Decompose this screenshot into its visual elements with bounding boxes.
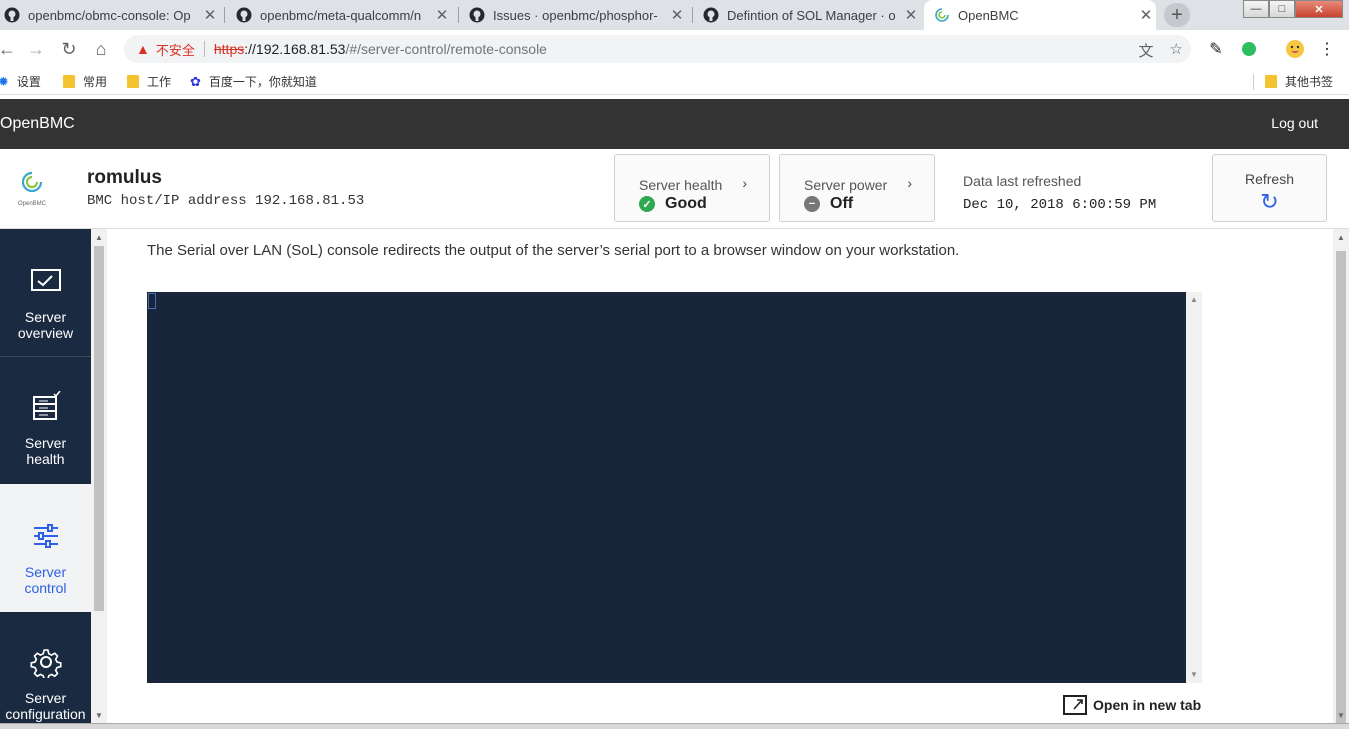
github-icon [4, 7, 20, 23]
translate-icon[interactable]: 文 [1139, 40, 1154, 61]
page-scrollbar[interactable]: ▲ ▼ [1333, 229, 1349, 723]
browser-tab-active[interactable]: OpenBMC ✕ [924, 0, 1156, 30]
terminal-scrollbar[interactable]: ▲ ▼ [1186, 292, 1202, 683]
sidebar-scrollbar[interactable]: ▲ ▼ [91, 229, 107, 723]
evernote-icon[interactable] [1238, 38, 1260, 60]
folder-icon [63, 75, 75, 88]
url-field[interactable]: ▲ 不安全 https://192.168.81.53/#/server-con… [124, 35, 1191, 63]
external-link-icon [1063, 695, 1087, 715]
sidebar-item-server-configuration[interactable]: Server configuration [0, 612, 91, 729]
refreshed-timestamp: Dec 10, 2018 6:00:59 PM [963, 197, 1157, 213]
server-health-card[interactable]: Server health › ✓ Good [614, 154, 770, 222]
terminal-cursor [148, 293, 156, 309]
server-power-card[interactable]: Server power › − Off [779, 154, 935, 222]
sol-console-terminal[interactable] [147, 292, 1186, 683]
maximize-button[interactable]: □ [1269, 0, 1295, 18]
home-icon[interactable]: ⌂ [90, 38, 112, 60]
browser-tab[interactable]: Issues · openbmc/phosphor- ✕ [467, 0, 687, 30]
bookmark-settings[interactable]: ✹ 设置 [0, 73, 41, 90]
server-hostname: romulus [87, 167, 162, 188]
url-path: /#/server-control/remote-console [345, 41, 547, 57]
refreshed-label: Data last refreshed [963, 173, 1082, 189]
bookmark-baidu[interactable]: ✿ 百度一下，你就知道 [190, 73, 317, 90]
address-bar-row: ← → ↻ ⌂ ▲ 不安全 https://192.168.81.53/#/se… [0, 30, 1349, 68]
close-tab-icon[interactable]: ✕ [667, 6, 687, 24]
forward-icon[interactable]: → [25, 38, 47, 60]
scroll-down-icon[interactable]: ▼ [1337, 711, 1345, 720]
taskbar-strip [0, 723, 1349, 729]
url-scheme: https [213, 41, 245, 57]
server-info-bar: OpenBMC romulus BMC host/IP address 192.… [0, 149, 1349, 229]
folder-icon [1265, 75, 1277, 88]
back-icon[interactable]: ← [0, 38, 18, 60]
url-scheme-sep: :// [244, 41, 256, 57]
close-tab-icon[interactable]: ✕ [432, 6, 452, 24]
close-tab-icon[interactable]: ✕ [200, 6, 220, 24]
bookmarks-bar: ✹ 设置 常用 工作 ✿ 百度一下，你就知道 其他书签 [0, 68, 1349, 95]
bookmark-folder[interactable]: 常用 [63, 73, 107, 90]
health-status: Good [665, 195, 707, 212]
app-header: OpenBMC Log out [0, 99, 1349, 149]
scroll-down-icon[interactable]: ▼ [1190, 670, 1198, 679]
github-icon [469, 7, 485, 23]
menu-icon[interactable]: ⋮ [1316, 38, 1338, 60]
scroll-up-icon[interactable]: ▲ [1337, 233, 1345, 242]
scroll-down-icon[interactable]: ▼ [95, 711, 103, 720]
bookmark-folder[interactable]: 工作 [127, 73, 171, 90]
close-tab-icon[interactable]: ✕ [901, 6, 921, 24]
browser-tab-bar: openbmc/obmc-console: Op ✕ openbmc/meta-… [0, 0, 1349, 30]
power-off-icon: − [804, 196, 820, 212]
chevron-right-icon: › [742, 175, 747, 191]
minimize-button[interactable]: — [1243, 0, 1269, 18]
server-health-icon [32, 391, 61, 420]
gear-icon: ✹ [0, 73, 9, 89]
other-bookmarks[interactable]: 其他书签 [1265, 73, 1333, 90]
browser-tab[interactable]: openbmc/obmc-console: Op ✕ [2, 0, 220, 30]
openbmc-icon [934, 7, 950, 23]
sol-description: The Serial over LAN (SoL) console redire… [147, 242, 960, 259]
power-status: Off [830, 195, 854, 212]
sliders-icon [33, 524, 58, 548]
app-brand[interactable]: OpenBMC [0, 115, 75, 133]
github-icon [703, 7, 719, 23]
open-in-new-tab-link[interactable]: Open in new tab [1063, 695, 1201, 715]
close-tab-icon[interactable]: ✕ [1136, 6, 1156, 24]
sidebar-item-server-overview[interactable]: Server overview [0, 229, 91, 356]
reload-icon[interactable]: ↻ [58, 38, 80, 60]
refresh-icon: ↻ [1260, 189, 1279, 214]
check-circle-icon: ✓ [639, 196, 655, 212]
chevron-right-icon: › [907, 175, 912, 191]
openbmc-logo: OpenBMC [17, 171, 47, 207]
folder-icon [127, 75, 139, 88]
browser-tab[interactable]: openbmc/meta-qualcomm/n ✕ [234, 0, 452, 30]
gear-icon [29, 649, 62, 678]
star-icon[interactable]: ☆ [1170, 40, 1183, 61]
new-tab-button[interactable]: + [1164, 3, 1190, 27]
sidebar-item-server-control[interactable]: Server control [0, 484, 91, 612]
sidebar-nav: Server overview Server health Server con… [0, 229, 91, 729]
bmc-host-address: BMC host/IP address 192.168.81.53 [87, 193, 365, 209]
scroll-up-icon[interactable]: ▲ [95, 233, 103, 242]
github-icon [236, 7, 252, 23]
pencil-icon[interactable]: ✎ [1205, 38, 1227, 60]
profile-avatar-icon[interactable] [1284, 38, 1306, 60]
security-label: 不安全 [155, 42, 195, 58]
refresh-button[interactable]: Refresh ↻ [1212, 154, 1327, 222]
baidu-icon: ✿ [190, 73, 201, 89]
logout-link[interactable]: Log out [1271, 115, 1318, 131]
monitor-icon [30, 269, 61, 291]
warning-icon: ▲ [136, 41, 150, 57]
sidebar-item-server-health[interactable]: Server health [0, 357, 91, 484]
browser-tab[interactable]: Defintion of SOL Manager · o ✕ [701, 0, 921, 30]
scroll-up-icon[interactable]: ▲ [1190, 295, 1198, 304]
close-window-button[interactable]: ✕ [1295, 0, 1343, 18]
window-controls: — □ ✕ [1243, 0, 1343, 18]
url-host: 192.168.81.53 [255, 41, 346, 57]
